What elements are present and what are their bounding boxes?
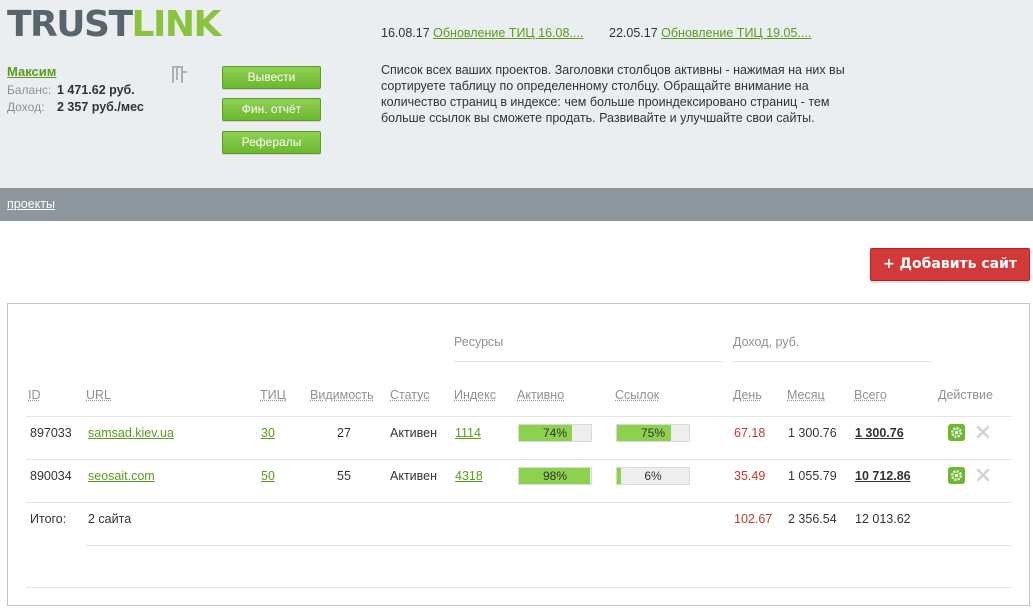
row-id: 890034 — [30, 469, 72, 483]
balance-value: 1 471.62 руб. — [57, 83, 135, 97]
column-header-day[interactable]: День — [733, 388, 762, 402]
close-icon[interactable] — [976, 468, 990, 482]
column-header-action: Действие — [938, 388, 993, 402]
column-header-id[interactable]: ID — [28, 388, 41, 402]
row-divider — [26, 416, 1011, 417]
group-header-income: Доход, руб. — [733, 335, 800, 349]
row-divider — [26, 587, 1011, 588]
column-header-tic[interactable]: ТИЦ — [260, 388, 286, 402]
totals-site-count: 2 сайта — [88, 512, 132, 526]
group-header-resources: Ресурсы — [454, 335, 504, 349]
row-tic-link[interactable]: 30 — [261, 426, 275, 440]
add-site-button[interactable]: + Добавить сайт — [870, 248, 1030, 281]
row-status: Активен — [390, 426, 438, 440]
balance-row: Баланс: 1 471.62 руб. — [7, 83, 135, 97]
logo-part-trust: TRUST — [7, 4, 133, 45]
totals-income-day: 102.67 — [734, 512, 773, 526]
balance-label: Баланс: — [7, 83, 52, 97]
income-label: Доход: — [7, 100, 45, 114]
row-visibility: 27 — [337, 426, 351, 440]
active-progress-bar: 98% — [518, 467, 592, 485]
row-divider — [26, 502, 1011, 503]
row-status: Активен — [390, 469, 438, 483]
logo-part-link: LINK — [131, 4, 222, 45]
group-divider — [454, 361, 724, 362]
logout-icon[interactable] — [168, 63, 190, 85]
row-url-link[interactable]: samsad.kiev.ua — [88, 426, 174, 440]
links-progress-bar: 6% — [616, 467, 690, 485]
column-header-active[interactable]: Активно — [517, 388, 564, 402]
income-row: Доход: 2 357 руб./мес — [7, 100, 144, 114]
column-header-total[interactable]: Всего — [854, 388, 887, 402]
info-text: Список всех ваших проектов. Заголовки ст… — [381, 63, 845, 125]
totals-label: Итого: — [30, 512, 67, 526]
news-item: 16.08.17 Обновление ТИЦ 16.08.... — [381, 26, 583, 40]
row-index-link[interactable]: 4318 — [455, 469, 483, 483]
row-index-link[interactable]: 1114 — [455, 426, 481, 440]
column-header-url[interactable]: URL — [86, 388, 111, 402]
row-visibility: 55 — [337, 469, 351, 483]
links-progress-label: 75% — [640, 426, 666, 440]
row-tic-link[interactable]: 50 — [261, 469, 275, 483]
header-area: TRUSTLINK Максим Баланс: 1 471.62 руб. Д… — [0, 0, 1033, 188]
news-link[interactable]: Обновление ТИЦ 16.08.... — [433, 26, 583, 40]
gear-icon[interactable] — [948, 424, 965, 441]
row-id: 897033 — [30, 426, 72, 440]
logo[interactable]: TRUSTLINK — [7, 4, 222, 45]
column-header-links[interactable]: Ссылок — [615, 388, 659, 402]
active-progress-label: 74% — [542, 426, 568, 440]
row-url-link[interactable]: seosait.com — [88, 469, 155, 483]
active-progress-bar: 74% — [518, 424, 592, 442]
breadcrumb-bar: проекты — [0, 188, 1033, 221]
row-income-month: 1 300.76 — [788, 426, 837, 440]
row-income-total-link[interactable]: 1 300.76 — [855, 426, 904, 440]
row-divider — [86, 545, 1011, 546]
column-header-index[interactable]: Индекс — [454, 388, 496, 402]
breadcrumb-projects-link[interactable]: проекты — [7, 197, 55, 211]
row-divider — [26, 459, 1011, 460]
news-item: 22.05.17 Обновление ТИЦ 19.05.... — [609, 26, 811, 40]
gear-icon[interactable] — [948, 467, 965, 484]
news-link[interactable]: Обновление ТИЦ 19.05.... — [661, 26, 811, 40]
referrals-button[interactable]: Рефералы — [222, 131, 321, 154]
column-header-month[interactable]: Месяц — [787, 388, 825, 402]
totals-income-month: 2 356.54 — [788, 512, 837, 526]
finance-report-button[interactable]: Фин. отчёт — [222, 98, 321, 121]
projects-table-panel: Ресурсы Доход, руб. ID URL ТИЦ Видимость… — [7, 303, 1030, 606]
group-divider — [733, 361, 931, 362]
links-progress-label: 6% — [644, 469, 662, 483]
close-icon[interactable] — [976, 425, 990, 439]
column-header-visibility[interactable]: Видимость — [310, 388, 374, 402]
column-header-status[interactable]: Статус — [390, 388, 430, 402]
withdraw-button[interactable]: Вывести — [222, 66, 321, 89]
row-income-total-link[interactable]: 10 712.86 — [855, 469, 911, 483]
active-progress-label: 98% — [542, 469, 568, 483]
user-name-link[interactable]: Максим — [7, 64, 56, 79]
row-income-month: 1 055.79 — [788, 469, 837, 483]
news-date: 16.08.17 — [381, 26, 430, 40]
row-income-day: 35.49 — [734, 469, 766, 483]
links-progress-bar: 75% — [616, 424, 690, 442]
row-income-day: 67.18 — [734, 426, 766, 440]
news-date: 22.05.17 — [609, 26, 658, 40]
income-value: 2 357 руб./мес — [57, 100, 144, 114]
totals-income-total: 12 013.62 — [855, 512, 911, 526]
